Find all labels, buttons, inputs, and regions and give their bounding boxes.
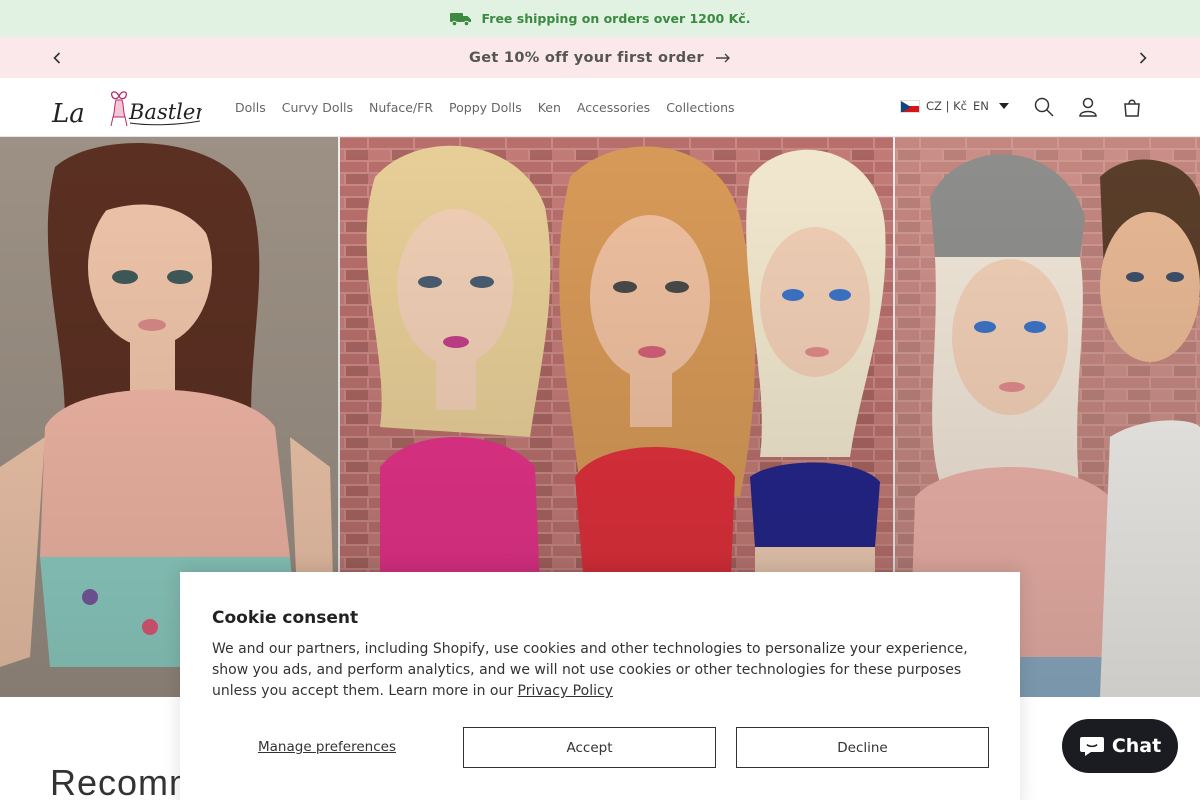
truck-icon [449, 12, 471, 26]
cookie-body: We and our partners, including Shopify, … [212, 639, 1002, 702]
privacy-policy-link[interactable]: Privacy Policy [518, 683, 613, 699]
nav-item-nuface-fr[interactable]: Nuface/FR [369, 100, 433, 115]
decline-button[interactable]: Decline [736, 727, 989, 768]
user-icon [1079, 97, 1097, 117]
cookie-consent-dialog: Cookie consent We and our partners, incl… [180, 572, 1020, 800]
locale-selector[interactable]: CZ | Kč EN [900, 96, 1009, 116]
caret-down-icon [998, 103, 1009, 109]
search-button[interactable] [1031, 94, 1057, 120]
nav-item-ken[interactable]: Ken [538, 100, 561, 115]
svg-text:Bastlera: Bastlera [128, 100, 202, 124]
svg-text:La: La [51, 99, 85, 129]
accept-button[interactable]: Accept [463, 727, 716, 768]
shopping-bag-icon [1124, 99, 1140, 117]
promo-prev-button[interactable] [48, 49, 66, 67]
promo-announcement-bar: Get 10% off your first order [0, 37, 1200, 78]
search-icon [1034, 97, 1054, 117]
cart-button[interactable] [1119, 94, 1145, 120]
nav-item-curvy-dolls[interactable]: Curvy Dolls [282, 100, 353, 115]
nav-item-dolls[interactable]: Dolls [235, 100, 266, 115]
chevron-left-icon [53, 52, 61, 64]
language-label: EN [972, 99, 989, 113]
manage-preferences-button[interactable]: Manage preferences [212, 727, 442, 767]
chevron-right-icon [1139, 52, 1147, 64]
currency-label: CZ | Kč [926, 99, 967, 113]
nav-item-poppy-dolls[interactable]: Poppy Dolls [449, 100, 522, 115]
czech-flag-icon [900, 99, 920, 113]
nav-item-collections[interactable]: Collections [666, 100, 734, 115]
promo-link[interactable]: Get 10% off your first order [469, 50, 704, 66]
cookie-title: Cookie consent [212, 608, 359, 628]
chat-bubble-icon [1079, 737, 1104, 756]
main-navigation: Dolls Curvy Dolls Nuface/FR Poppy Dolls … [235, 78, 751, 136]
shipping-text: Free shipping on orders over 1200 Kč. [481, 11, 751, 26]
shipping-announcement-bar: Free shipping on orders over 1200 Kč. [0, 0, 1200, 37]
site-logo[interactable]: La Bastlera [50, 86, 202, 130]
chat-label: Chat [1111, 735, 1162, 757]
promo-next-button[interactable] [1134, 49, 1152, 67]
nav-item-accessories[interactable]: Accessories [577, 100, 650, 115]
site-header: La Bastlera Dolls Curvy Dolls Nuface/FR … [0, 78, 1200, 137]
account-button[interactable] [1075, 94, 1101, 120]
chat-widget-button[interactable]: Chat [1062, 719, 1178, 773]
arrow-right-icon [715, 53, 731, 63]
